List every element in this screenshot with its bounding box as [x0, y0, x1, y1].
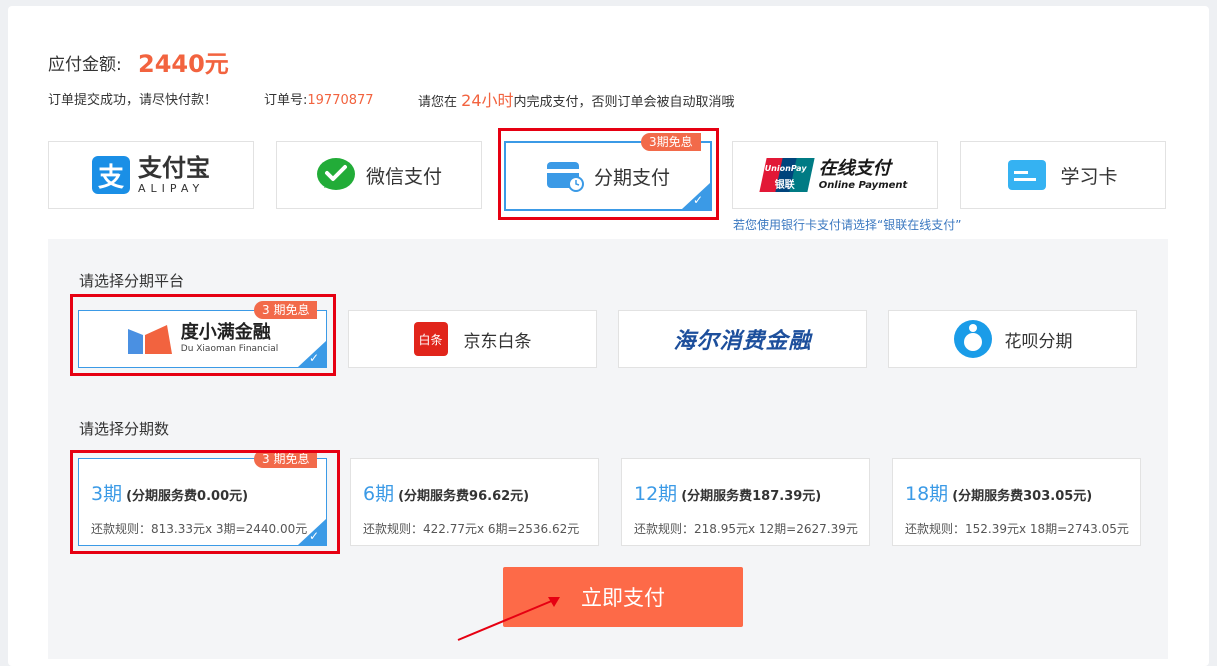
alipay-sub: ALIPAY: [138, 182, 205, 195]
unionpay-icon: UnionPay 银联: [759, 158, 815, 192]
jd-baitiao-label: 京东白条: [463, 331, 532, 352]
installment-option-12[interactable]: 12期 (分期服务费187.39元) 还款规则：218.95元x 12期=2627…: [621, 458, 870, 546]
payment-method-study-card[interactable]: 学习卡: [960, 141, 1166, 209]
highlight-box-installment-count: [70, 450, 340, 554]
alipay-icon: 支: [92, 156, 130, 194]
alipay-name: 支付宝: [138, 154, 210, 182]
payment-method-wechat[interactable]: 微信支付: [276, 141, 482, 209]
highlight-box-platform: [70, 294, 336, 376]
payment-method-alipay[interactable]: 支 支付宝 ALIPAY: [48, 141, 254, 209]
unionpay-logo-en: UnionPay: [764, 164, 807, 173]
platform-section-title: 请选择分期平台: [79, 272, 185, 290]
payment-deadline: 请您在 24小时内完成支付，否则订单会被自动取消哦: [418, 87, 735, 111]
deadline-hours: 24小时: [461, 91, 514, 110]
installment-count-title: 请选择分期数: [79, 420, 170, 438]
platform-haier-finance[interactable]: 海尔消费金融: [618, 310, 867, 368]
highlight-box-installment: [498, 128, 719, 220]
order-success-text: 订单提交成功，请尽快付款！: [48, 93, 218, 108]
haier-finance-logo: 海尔消费金融: [673, 329, 812, 354]
jd-baitiao-icon: 白条: [413, 322, 448, 356]
bank-card-hint: 若您使用银行卡支付请选择“银联在线支付”: [733, 218, 962, 232]
installment-fee: (分期服务费96.62元): [398, 489, 530, 504]
wechat-pay-label: 微信支付: [365, 165, 442, 188]
installment-fee: (分期服务费187.39元): [681, 489, 822, 504]
order-number-value: 19770877: [307, 93, 374, 108]
installment-rule: 还款规则：152.39元x 18期=2743.05元: [905, 522, 1129, 536]
huabei-icon: [953, 320, 992, 358]
huabei-label: 花呗分期: [1004, 331, 1073, 352]
unionpay-sub: Online Payment: [818, 179, 908, 191]
amount-value: 2440元: [138, 50, 229, 78]
installment-rule: 还款规则：218.95元x 12期=2627.39元: [634, 522, 858, 536]
unionpay-logo-cn: 银联: [774, 180, 795, 191]
order-number: 订单号:19770877: [264, 89, 374, 108]
order-number-label: 订单号:: [264, 93, 308, 108]
payment-method-unionpay[interactable]: UnionPay 银联 在线支付 Online Payment: [732, 141, 938, 209]
wechat-pay-icon: [316, 158, 355, 190]
installment-period: 12期: [634, 483, 678, 505]
deadline-prefix: 请您在: [418, 95, 458, 110]
platform-huabei[interactable]: 花呗分期: [888, 310, 1137, 368]
annotation-arrow-icon: [457, 597, 560, 641]
amount-label: 应付金额:: [48, 55, 122, 75]
unionpay-label: 在线支付: [818, 157, 891, 179]
installment-period: 18期: [905, 483, 949, 505]
installment-option-6[interactable]: 6期 (分期服务费96.62元) 还款规则：422.77元x 6期=2536.62…: [350, 458, 599, 546]
installment-fee: (分期服务费303.05元): [952, 489, 1093, 504]
installment-option-18[interactable]: 18期 (分期服务费303.05元) 还款规则：152.39元x 18期=2743…: [892, 458, 1141, 546]
installment-period: 6期: [363, 483, 395, 505]
platform-jd-baitiao[interactable]: 白条 京东白条: [348, 310, 597, 368]
study-card-label: 学习卡: [1060, 165, 1118, 188]
installment-rule: 还款规则：422.77元x 6期=2536.62元: [363, 522, 580, 536]
deadline-suffix: 内完成支付，否则订单会被自动取消哦: [513, 95, 735, 110]
study-card-icon: [1008, 160, 1047, 190]
